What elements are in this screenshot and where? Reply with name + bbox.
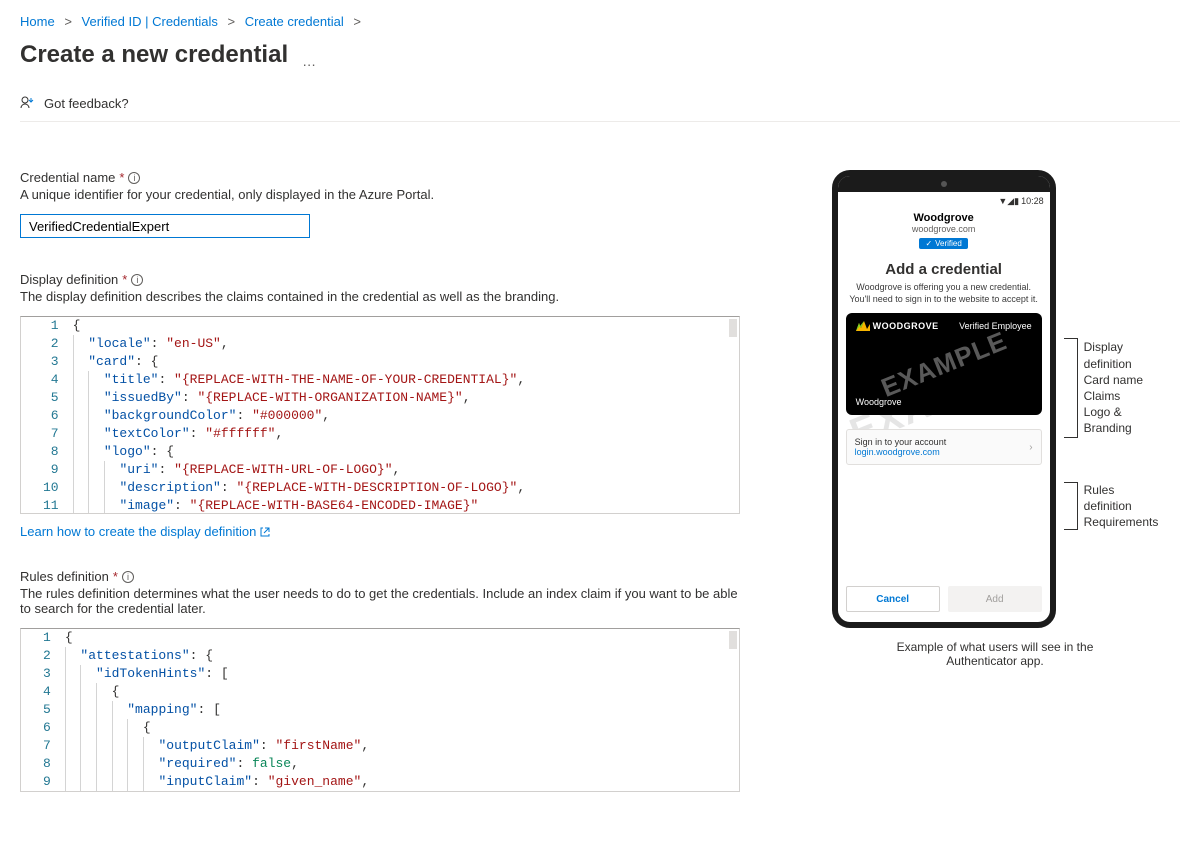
- breadcrumb-create-credential[interactable]: Create credential: [245, 14, 344, 29]
- phone-cancel-button[interactable]: Cancel: [846, 586, 940, 612]
- phone-description: Woodgrove is offering you a new credenti…: [848, 282, 1040, 305]
- chevron-right-icon: ›: [1029, 442, 1032, 453]
- required-indicator: *: [122, 272, 127, 287]
- rules-definition-group: Rules definition * i The rules definitio…: [20, 569, 740, 792]
- breadcrumb-verified-id[interactable]: Verified ID | Credentials: [82, 14, 218, 29]
- chevron-right-icon: >: [228, 14, 236, 29]
- phone-brand: Woodgrove: [838, 212, 1050, 224]
- minimap: [729, 319, 737, 337]
- toolbar: Got feedback?: [20, 85, 1180, 122]
- credential-name-group: Credential name * i A unique identifier …: [20, 170, 740, 238]
- credential-name-label: Credential name: [20, 170, 115, 185]
- chevron-right-icon: >: [353, 14, 361, 29]
- feedback-icon: [20, 95, 36, 111]
- info-icon[interactable]: i: [128, 172, 140, 184]
- page-title: Create a new credential: [20, 41, 288, 69]
- required-indicator: *: [119, 170, 124, 185]
- external-link-icon: [260, 527, 270, 537]
- credential-name-help: A unique identifier for your credential,…: [20, 187, 740, 202]
- credential-name-input[interactable]: [20, 214, 310, 238]
- info-icon[interactable]: i: [131, 274, 143, 286]
- required-indicator: *: [113, 569, 118, 584]
- phone-statusbar: ▼◢▮ 10:28: [838, 192, 1050, 210]
- verified-badge: ✓Verified: [919, 238, 967, 249]
- info-icon[interactable]: i: [122, 571, 134, 583]
- chevron-right-icon: >: [64, 14, 72, 29]
- card-issuer: Woodgrove: [856, 397, 902, 407]
- rules-definition-editor[interactable]: 123456789 { "attestations": { "idTokenHi…: [20, 628, 740, 792]
- more-actions-button[interactable]: …: [302, 53, 316, 69]
- display-definition-help: The display definition describes the cla…: [20, 289, 740, 304]
- feedback-link[interactable]: Got feedback?: [44, 96, 129, 111]
- phone-title: Add a credential: [848, 261, 1040, 278]
- breadcrumb: Home > Verified ID | Credentials > Creat…: [20, 0, 1180, 37]
- learn-display-definition-link[interactable]: Learn how to create the display definiti…: [20, 524, 270, 539]
- credential-card-preview: EXAMPLE WOODGROVE Verified Employee Wood…: [846, 313, 1042, 415]
- phone-domain: woodgrove.com: [838, 224, 1050, 234]
- display-definition-group: Display definition * i The display defin…: [20, 272, 740, 539]
- phone-preview: EXAMPLE ▼◢▮ 10:28 Woodgrove woodgrove.co…: [832, 170, 1056, 628]
- annotations: DisplaydefinitionCard nameClaimsLogo &Br…: [1064, 170, 1159, 628]
- display-definition-editor[interactable]: 1234567891011 { "locale": "en-US", "card…: [20, 316, 740, 514]
- rules-definition-label: Rules definition: [20, 569, 109, 584]
- rules-definition-help: The rules definition determines what the…: [20, 586, 740, 616]
- preview-caption: Example of what users will see in the Au…: [883, 640, 1107, 668]
- breadcrumb-home[interactable]: Home: [20, 14, 55, 29]
- display-definition-label: Display definition: [20, 272, 118, 287]
- woodgrove-logo-icon: [856, 321, 870, 331]
- signin-row[interactable]: Sign in to your account login.woodgrove.…: [846, 429, 1042, 465]
- minimap: [729, 631, 737, 649]
- card-type: Verified Employee: [959, 321, 1032, 331]
- phone-add-button[interactable]: Add: [948, 586, 1042, 612]
